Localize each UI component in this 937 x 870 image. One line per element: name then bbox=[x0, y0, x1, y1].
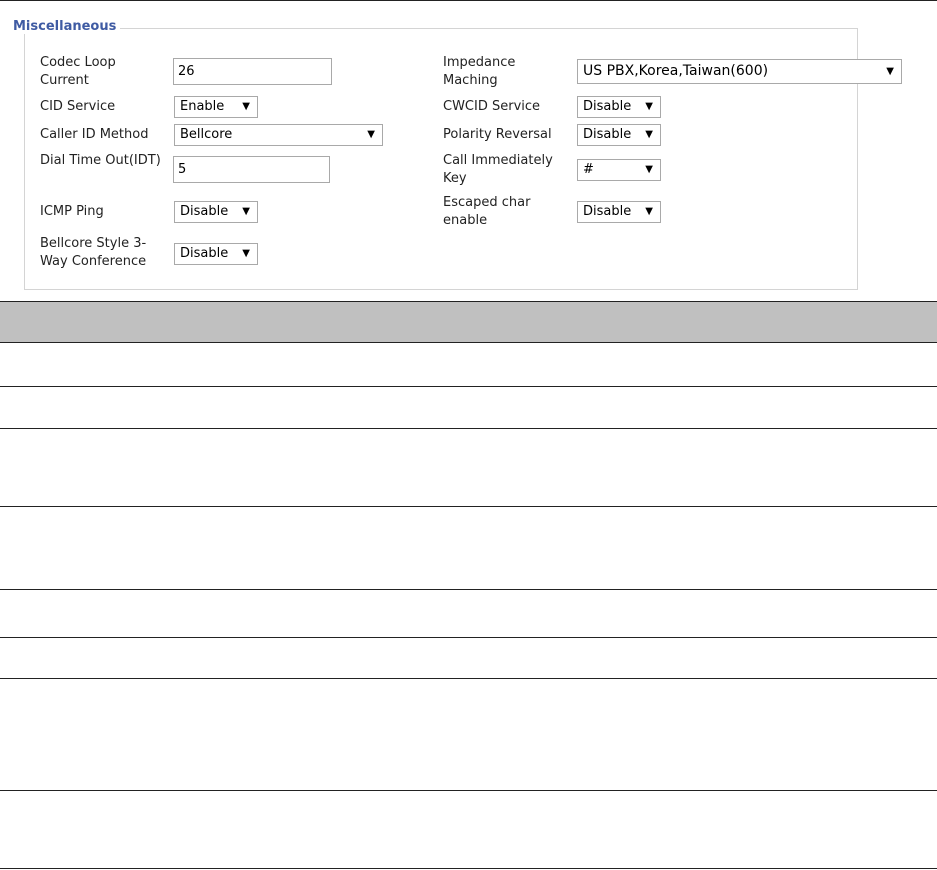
codec-loop-current-input[interactable] bbox=[173, 58, 332, 85]
table-header bbox=[0, 301, 937, 343]
call-immediately-key-label: Call Immediately Key bbox=[443, 153, 553, 186]
escaped-char-enable-select[interactable]: Disable ▼ bbox=[577, 201, 661, 223]
call-immediately-key-select[interactable]: # ▼ bbox=[577, 159, 661, 181]
cid-service-label: CID Service bbox=[40, 99, 116, 114]
table-row-divider bbox=[0, 506, 937, 507]
caller-id-method-value: Bellcore bbox=[180, 127, 233, 142]
triangle-down-icon: ▼ bbox=[645, 129, 653, 140]
dial-time-out-input[interactable] bbox=[173, 156, 330, 183]
caller-id-method-select[interactable]: Bellcore ▼ bbox=[174, 124, 383, 146]
call-immediately-key-value: # bbox=[583, 162, 594, 177]
cwcid-service-label: CWCID Service bbox=[443, 99, 541, 114]
table-row-divider bbox=[0, 386, 937, 387]
icmp-ping-label: ICMP Ping bbox=[40, 204, 104, 219]
table-row-divider bbox=[0, 790, 937, 791]
polarity-reversal-value: Disable bbox=[583, 127, 632, 142]
caller-id-method-label: Caller ID Method bbox=[40, 127, 149, 142]
polarity-reversal-select[interactable]: Disable ▼ bbox=[577, 124, 661, 146]
impedance-matching-select[interactable]: US PBX,Korea,Taiwan(600) ▼ bbox=[577, 59, 902, 84]
cwcid-service-value: Disable bbox=[583, 99, 632, 114]
escaped-char-enable-label: Escaped char enable bbox=[443, 195, 531, 228]
bellcore-3way-value: Disable bbox=[180, 246, 229, 261]
triangle-down-icon: ▼ bbox=[886, 66, 894, 77]
bellcore-3way-select[interactable]: Disable ▼ bbox=[174, 243, 258, 265]
table-row-divider bbox=[0, 868, 937, 869]
dial-time-out-label: Dial Time Out(IDT) bbox=[40, 153, 161, 168]
polarity-reversal-label: Polarity Reversal bbox=[443, 127, 552, 142]
escaped-char-enable-value: Disable bbox=[583, 204, 632, 219]
table-row-divider bbox=[0, 428, 937, 429]
table-row-divider bbox=[0, 589, 937, 590]
triangle-down-icon: ▼ bbox=[242, 206, 250, 217]
triangle-down-icon: ▼ bbox=[645, 164, 653, 175]
impedance-matching-label: Impedance Maching bbox=[443, 55, 516, 88]
triangle-down-icon: ▼ bbox=[367, 129, 375, 140]
top-rule bbox=[0, 0, 937, 1]
triangle-down-icon: ▼ bbox=[242, 248, 250, 259]
codec-loop-current-label: Codec Loop Current bbox=[40, 55, 116, 88]
cwcid-service-select[interactable]: Disable ▼ bbox=[577, 96, 661, 118]
cid-service-value: Enable bbox=[180, 99, 225, 114]
impedance-matching-value: US PBX,Korea,Taiwan(600) bbox=[583, 63, 769, 79]
triangle-down-icon: ▼ bbox=[242, 101, 250, 112]
table-row-divider bbox=[0, 678, 937, 679]
bellcore-3way-label: Bellcore Style 3-Way Conference bbox=[40, 236, 147, 269]
icmp-ping-select[interactable]: Disable ▼ bbox=[174, 201, 258, 223]
table-row-divider bbox=[0, 637, 937, 638]
cid-service-select[interactable]: Enable ▼ bbox=[174, 96, 258, 118]
triangle-down-icon: ▼ bbox=[645, 206, 653, 217]
section-title: Miscellaneous bbox=[13, 19, 121, 34]
triangle-down-icon: ▼ bbox=[645, 101, 653, 112]
icmp-ping-value: Disable bbox=[180, 204, 229, 219]
